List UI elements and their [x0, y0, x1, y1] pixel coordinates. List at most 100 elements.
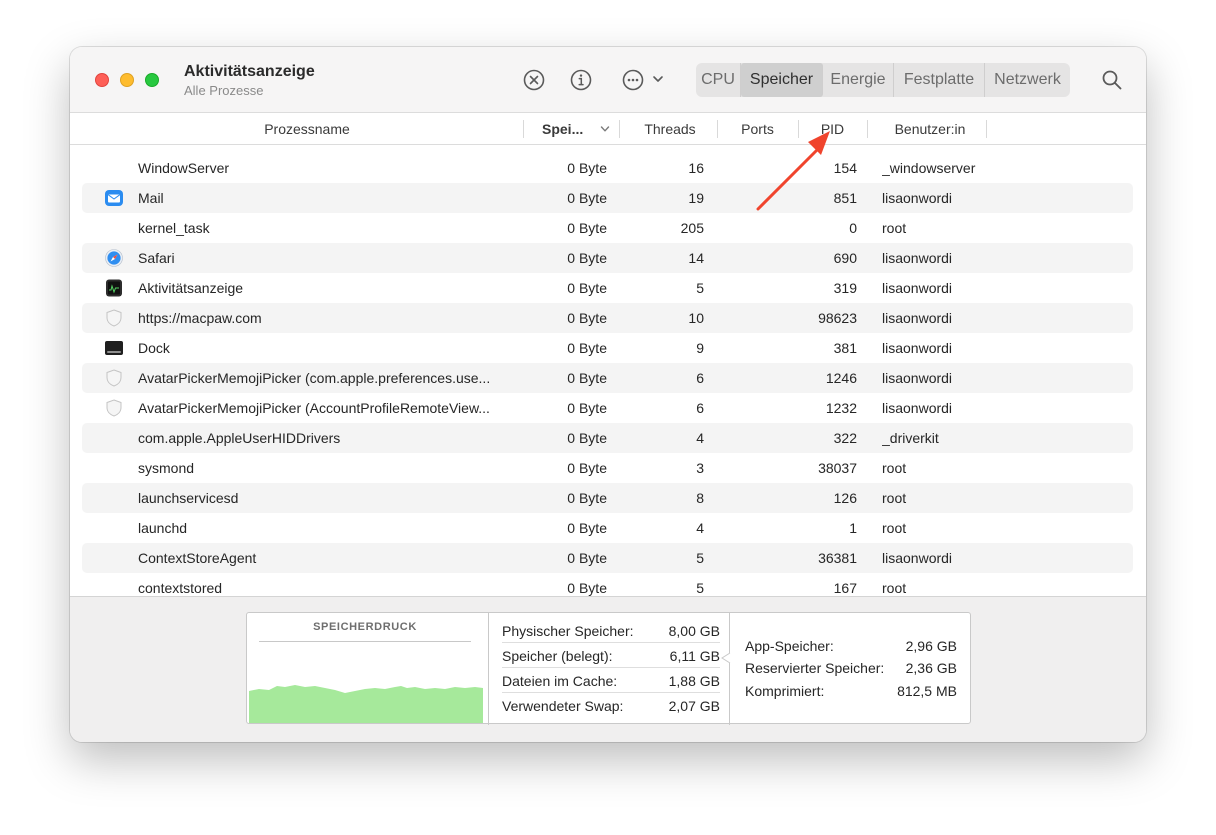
threads-cell: 8 — [696, 490, 704, 506]
threads-cell: 10 — [688, 310, 704, 326]
threads-cell: 16 — [688, 160, 704, 176]
user-cell: root — [882, 520, 907, 536]
user-cell: lisaonwordi — [882, 340, 953, 356]
table-row[interactable]: contextstored 0 Byte 5 167 root — [82, 573, 1133, 596]
memory-cell: 0 Byte — [567, 490, 607, 506]
threads-cell: 19 — [688, 190, 704, 206]
maximize-window-button[interactable] — [145, 73, 159, 87]
table-row[interactable]: ContextStoreAgent 0 Byte 5 36381 lisaonwordi — [82, 543, 1133, 573]
pid-cell: 38037 — [818, 460, 857, 476]
tab-speicher[interactable]: Speicher — [741, 63, 823, 97]
column-header: Prozessname Spei... Threads Ports PID Be… — [70, 113, 1146, 145]
table-row[interactable]: WindowServer 0 Byte 16 154 _windowserver — [82, 153, 1133, 183]
sort-descending-icon[interactable] — [600, 124, 610, 134]
close-window-button[interactable] — [95, 73, 109, 87]
stat-value: 2,07 GB — [668, 698, 720, 714]
column-divider[interactable] — [867, 120, 868, 138]
process-name-cell: launchd — [138, 520, 188, 536]
tab-energie[interactable]: Energie — [823, 63, 894, 97]
process-name-cell: kernel_task — [138, 220, 210, 236]
toolbar: Aktivitätsanzeige Alle Prozesse CPU Spei… — [70, 47, 1146, 113]
table-row[interactable]: sysmond 0 Byte 3 38037 root — [82, 453, 1133, 483]
search-icon[interactable] — [1100, 68, 1124, 92]
user-cell: _windowserver — [882, 160, 976, 176]
tab-netzwerk[interactable]: Netzwerk — [985, 63, 1070, 97]
memory-summary: SPEICHERDRUCK Physischer Speicher: 8,00 … — [70, 596, 1146, 742]
memory-cell: 0 Byte — [567, 520, 607, 536]
table-row[interactable]: Mail 0 Byte 19 851 lisaonwordi — [82, 183, 1133, 213]
user-cell: lisaonwordi — [882, 190, 953, 206]
table-row[interactable]: launchservicesd 0 Byte 8 126 root — [82, 483, 1133, 513]
memory-cell: 0 Byte — [567, 370, 607, 386]
dock-app-icon — [104, 338, 124, 358]
tab-cpu[interactable]: CPU — [696, 63, 741, 97]
more-actions-icon[interactable] — [621, 68, 645, 92]
user-cell: root — [882, 460, 907, 476]
minimize-window-button[interactable] — [120, 73, 134, 87]
memory-cell: 0 Byte — [567, 160, 607, 176]
column-divider[interactable] — [523, 120, 524, 138]
pid-cell: 1232 — [825, 400, 857, 416]
table-row[interactable]: https://macpaw.com 0 Byte 10 98623 lisaonwor… — [82, 303, 1133, 333]
user-cell: root — [882, 220, 907, 236]
column-divider[interactable] — [986, 120, 987, 138]
annotation-arrow — [756, 131, 830, 211]
table-row[interactable]: Dock 0 Byte 9 381 lisaonwordi — [82, 333, 1133, 363]
stat-cached-files: Dateien im Cache: 1,88 GB — [502, 669, 720, 693]
view-tabs: CPU Speicher Energie Festplatte Netzwerk — [696, 63, 1070, 97]
memory-cell: 0 Byte — [567, 250, 607, 266]
memory-cell: 0 Byte — [567, 280, 607, 296]
threads-cell: 6 — [696, 400, 704, 416]
pid-cell: 36381 — [818, 550, 857, 566]
table-row[interactable]: com.apple.AppleUserHIDDrivers 0 Byte 4 322 _… — [82, 423, 1133, 453]
chevron-down-icon[interactable] — [652, 73, 664, 85]
bracket-notch-icon — [721, 653, 731, 663]
threads-cell: 4 — [696, 520, 704, 536]
info-icon[interactable] — [569, 68, 593, 92]
table-row[interactable]: launchd 0 Byte 4 1 root — [82, 513, 1133, 543]
stat-app-memory: App-Speicher: 2,96 GB — [745, 635, 957, 657]
column-divider[interactable] — [619, 120, 620, 138]
window-subtitle[interactable]: Alle Prozesse — [184, 83, 263, 98]
pid-cell: 167 — [833, 580, 857, 596]
shield-icon — [104, 398, 124, 418]
memory-cell: 0 Byte — [567, 550, 607, 566]
pid-cell: 1 — [849, 520, 857, 536]
pid-cell: 1246 — [825, 370, 857, 386]
stop-process-icon[interactable] — [522, 68, 546, 92]
memory-cell: 0 Byte — [567, 460, 607, 476]
memory-pressure-graph — [249, 685, 483, 723]
table-row[interactable]: Safari 0 Byte 14 690 lisaonwordi — [82, 243, 1133, 273]
table-row[interactable]: kernel_task 0 Byte 205 0 root — [82, 213, 1133, 243]
user-cell: lisaonwordi — [882, 310, 953, 326]
threads-cell: 5 — [696, 550, 704, 566]
tab-festplatte[interactable]: Festplatte — [894, 63, 985, 97]
shield-icon — [104, 308, 124, 328]
safari-app-icon — [104, 248, 124, 268]
process-name-cell: ContextStoreAgent — [138, 550, 257, 566]
stat-memory-used: Speicher (belegt): 6,11 GB — [502, 644, 720, 668]
column-divider[interactable] — [717, 120, 718, 138]
stat-value: 2,36 GB — [905, 660, 957, 676]
table-row[interactable]: Aktivitätsanzeige 0 Byte 5 319 lisaonwordi — [82, 273, 1133, 303]
stat-label: Verwendeter Swap: — [502, 698, 624, 714]
table-row[interactable]: AvatarPickerMemojiPicker (com.apple.pref… — [82, 363, 1133, 393]
divider — [729, 613, 730, 725]
threads-cell: 14 — [688, 250, 704, 266]
process-name-cell: launchservicesd — [138, 490, 239, 506]
user-cell: _driverkit — [882, 430, 939, 446]
stat-compressed: Komprimiert: 812,5 MB — [745, 680, 957, 702]
column-memory[interactable]: Spei... — [542, 113, 592, 145]
table-row[interactable]: AvatarPickerMemojiPicker (AccountProfile… — [82, 393, 1133, 423]
column-threads[interactable]: Threads — [630, 113, 710, 145]
pid-cell: 690 — [833, 250, 857, 266]
process-name-cell: Mail — [138, 190, 164, 206]
column-process-name[interactable]: Prozessname — [70, 113, 544, 145]
stat-label: Dateien im Cache: — [502, 673, 618, 689]
threads-cell: 5 — [696, 580, 704, 596]
process-name-cell: Aktivitätsanzeige — [138, 280, 244, 296]
threads-cell: 3 — [696, 460, 704, 476]
column-user[interactable]: Benutzer:in — [875, 113, 985, 145]
mail-app-icon — [104, 188, 124, 208]
stat-value: 6,11 GB — [669, 648, 720, 664]
